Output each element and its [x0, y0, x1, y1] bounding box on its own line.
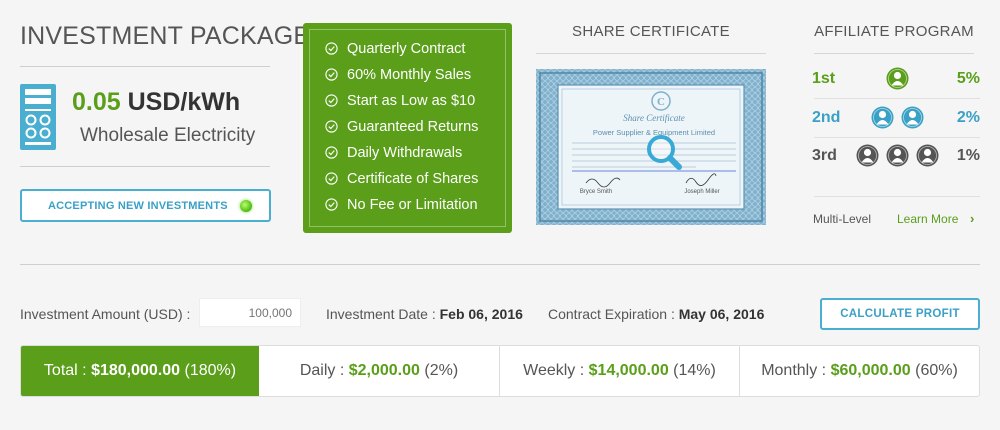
- daily-pct: (2%): [424, 362, 459, 379]
- calculate-profit-label: CALCULATE PROFIT: [840, 308, 960, 320]
- investment-package-title: INVESTMENT PACKAGE: [20, 22, 311, 50]
- chevron-right-icon[interactable]: ›: [970, 211, 974, 226]
- affiliate-percent: 2%: [956, 109, 980, 126]
- feature-text: Daily Withdrawals: [347, 145, 463, 161]
- check-circle-icon: [325, 68, 338, 81]
- contract-expiration-label: Contract Expiration :: [548, 306, 675, 322]
- feature-text: 60% Monthly Sales: [347, 67, 472, 83]
- person-icon: [871, 106, 893, 129]
- weekly-label: Weekly :: [523, 362, 585, 379]
- share-certificate-image[interactable]: C Share Certificate Power Supplier & Equ…: [536, 69, 766, 225]
- person-icon: [916, 144, 938, 167]
- contract-expiration: Contract Expiration : May 06, 2016: [548, 306, 764, 322]
- section-divider: [20, 264, 980, 265]
- affiliate-rank: 2nd: [812, 109, 841, 126]
- check-circle-icon: [325, 42, 338, 55]
- feature-text: No Fee or Limitation: [347, 197, 478, 213]
- profit-totals-bar: Total : $180,000.00 (180%) Daily : $2,00…: [20, 345, 980, 397]
- check-circle-icon: [325, 146, 338, 159]
- feature-text: Certificate of Shares: [347, 171, 479, 187]
- share-certificate-title: SHARE CERTIFICATE: [572, 23, 730, 40]
- price-unit: USD/kWh: [127, 88, 241, 116]
- total-value: $180,000.00: [91, 362, 181, 379]
- status-indicator-icon: [240, 200, 252, 212]
- multi-level-label: Multi-Level: [813, 212, 872, 226]
- feature-text: Guaranteed Returns: [347, 119, 479, 135]
- check-circle-icon: [325, 94, 338, 107]
- person-icon: [886, 67, 908, 90]
- affiliate-percent: 5%: [956, 70, 980, 87]
- certificate-heading: Share Certificate: [623, 113, 684, 123]
- price-value: 0.05: [72, 88, 121, 116]
- check-circle-icon: [325, 172, 338, 185]
- total-pct: (180%): [184, 362, 237, 379]
- check-circle-icon: [325, 120, 338, 133]
- svg-text:C: C: [657, 96, 665, 108]
- affiliate-row-divider: [814, 137, 980, 138]
- check-circle-icon: [325, 198, 338, 211]
- person-icon: [856, 144, 878, 167]
- calculate-profit-button[interactable]: CALCULATE PROFIT: [820, 298, 980, 330]
- learn-more-link[interactable]: Learn More: [897, 212, 958, 226]
- monthly-label: Monthly :: [761, 362, 827, 379]
- investment-date-value: Feb 06, 2016: [439, 306, 523, 322]
- accepting-investments-button[interactable]: ACCEPTING NEW INVESTMENTS: [20, 189, 271, 222]
- monthly-value: $60,000.00: [830, 362, 911, 379]
- daily-label: Daily :: [299, 362, 345, 379]
- affiliate-rank: 1st: [812, 70, 836, 87]
- electric-meter-icon: [20, 84, 56, 150]
- package-divider-bottom: [20, 166, 270, 167]
- certificate-company: Power Supplier & Equipment Limited: [593, 128, 715, 137]
- monthly-pct: (60%): [915, 362, 958, 379]
- weekly-tab[interactable]: Weekly : $14,000.00 (14%): [500, 346, 739, 396]
- investment-amount-input[interactable]: [199, 298, 301, 327]
- investment-date: Investment Date : Feb 06, 2016: [326, 306, 523, 322]
- price-subtitle: Wholesale Electricity: [80, 125, 256, 146]
- weekly-pct: (14%): [673, 362, 716, 379]
- affiliate-percent: 1%: [956, 147, 980, 164]
- weekly-value: $14,000.00: [588, 362, 669, 379]
- daily-tab[interactable]: Daily : $2,000.00 (2%): [259, 346, 499, 396]
- person-icon: [901, 106, 923, 129]
- feature-text: Quarterly Contract: [347, 41, 466, 57]
- affiliate-row-divider: [814, 98, 980, 99]
- affiliate-bottom-divider: [814, 196, 980, 197]
- investment-date-label: Investment Date :: [326, 306, 436, 322]
- contract-expiration-value: May 06, 2016: [678, 306, 765, 322]
- package-divider: [20, 66, 270, 67]
- affiliate-rank: 3rd: [812, 147, 837, 164]
- certificate-divider: [536, 53, 766, 54]
- total-tab[interactable]: Total : $180,000.00 (180%): [21, 346, 259, 396]
- monthly-tab[interactable]: Monthly : $60,000.00 (60%): [740, 346, 979, 396]
- investment-amount-label: Investment Amount (USD) :: [20, 306, 191, 322]
- total-label: Total :: [43, 362, 87, 379]
- affiliate-divider: [814, 53, 974, 54]
- person-icon: [886, 144, 908, 167]
- accepting-investments-label: ACCEPTING NEW INVESTMENTS: [48, 200, 228, 212]
- price-per-kwh: 0.05 USD/kWh: [72, 88, 240, 117]
- affiliate-program-title: AFFILIATE PROGRAM: [814, 23, 974, 40]
- certificate-signer-left: Bryce Smith: [580, 189, 612, 195]
- feature-text: Start as Low as $10: [347, 93, 476, 109]
- daily-value: $2,000.00: [348, 362, 420, 379]
- certificate-signer-right: Joseph Miller: [684, 189, 719, 195]
